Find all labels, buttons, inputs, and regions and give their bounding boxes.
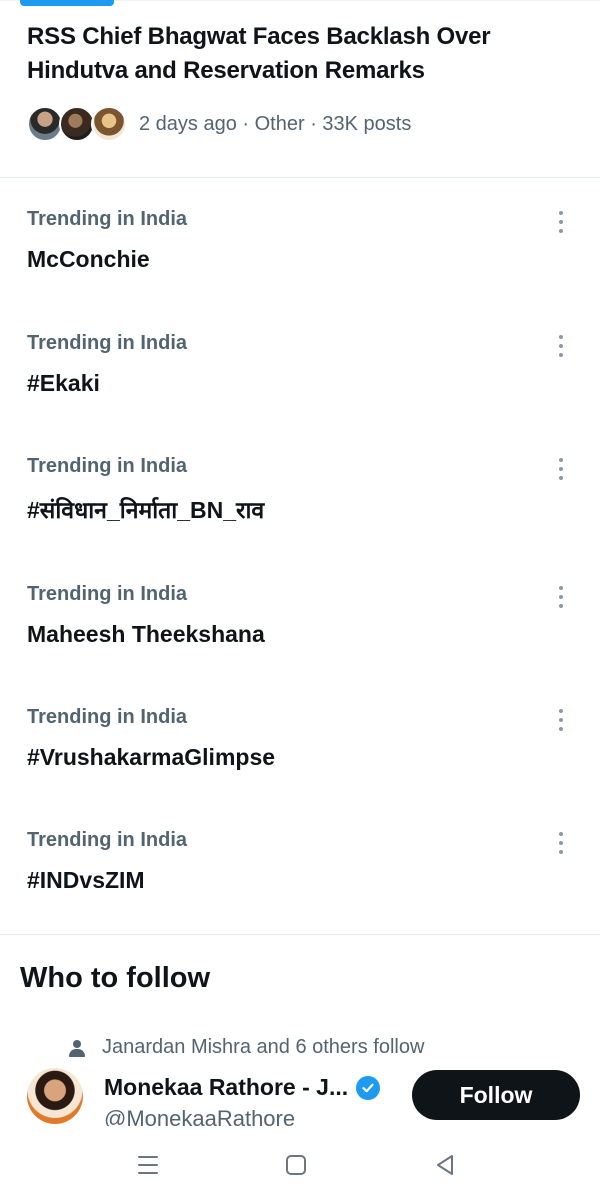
trend-item[interactable]: Trending in India Maheesh Theekshana (27, 583, 583, 683)
trend-name: McConchie (27, 246, 150, 272)
trend-context: Trending in India (27, 332, 187, 354)
more-options-icon[interactable] (549, 332, 573, 360)
trend-context: Trending in India (27, 706, 187, 728)
trend-context: Trending in India (27, 208, 187, 230)
divider (0, 177, 600, 178)
back-icon[interactable] (430, 1150, 460, 1180)
trend-context: Trending in India (27, 455, 187, 477)
home-icon[interactable] (281, 1150, 311, 1180)
trend-name: #Ekaki (27, 370, 100, 396)
user-name-row[interactable]: Monekaa Rathore - J... (104, 1074, 381, 1101)
trend-name: #INDvsZIM (27, 867, 145, 893)
trend-item[interactable]: Trending in India #Ekaki (27, 332, 583, 432)
trend-item[interactable]: Trending in India McConchie (27, 208, 583, 308)
news-title: RSS Chief Bhagwat Faces Backlash Over Hi… (27, 23, 491, 84)
more-options-icon[interactable] (549, 829, 573, 857)
trend-name: #संविधान_निर्माता_BN_राव (27, 497, 265, 523)
news-meta: 2 days ago · Other · 33K posts (27, 102, 411, 146)
who-to-follow-heading: Who to follow (20, 962, 211, 994)
trend-item[interactable]: Trending in India #VrushakarmaGlimpse (27, 706, 583, 806)
divider (0, 934, 600, 935)
active-tab-indicator (20, 0, 114, 6)
news-item[interactable]: RSS Chief Bhagwat Faces Backlash Over Hi… (27, 20, 575, 142)
trend-item[interactable]: Trending in India #संविधान_निर्माता_BN_र… (27, 455, 583, 555)
social-context: Janardan Mishra and 6 others follow (68, 1036, 424, 1059)
user-handle: @MonekaaRathore (104, 1106, 296, 1126)
more-options-icon[interactable] (549, 583, 573, 611)
trend-name: Maheesh Theekshana (27, 621, 265, 647)
follow-button[interactable]: Follow (412, 1070, 580, 1120)
trend-context: Trending in India (27, 829, 187, 851)
avatar (59, 106, 95, 142)
more-options-icon[interactable] (549, 455, 573, 483)
trend-item[interactable]: Trending in India #INDvsZIM (27, 829, 583, 929)
news-avatars (27, 104, 127, 144)
avatar (27, 106, 63, 142)
trend-context: Trending in India (27, 583, 187, 605)
person-icon (68, 1038, 86, 1058)
recents-icon[interactable] (133, 1150, 163, 1180)
more-options-icon[interactable] (549, 706, 573, 734)
avatar[interactable] (27, 1068, 83, 1124)
system-nav-bar (0, 1128, 600, 1200)
more-options-icon[interactable] (549, 208, 573, 236)
verified-badge-icon (356, 1075, 381, 1100)
trend-name: #VrushakarmaGlimpse (27, 744, 276, 770)
followed-by-text: Janardan Mishra and 6 others follow (102, 1036, 425, 1058)
user-name: Monekaa Rathore - J... (104, 1074, 349, 1100)
avatar (91, 106, 127, 142)
news-meta-text: 2 days ago · Other · 33K posts (139, 112, 412, 135)
